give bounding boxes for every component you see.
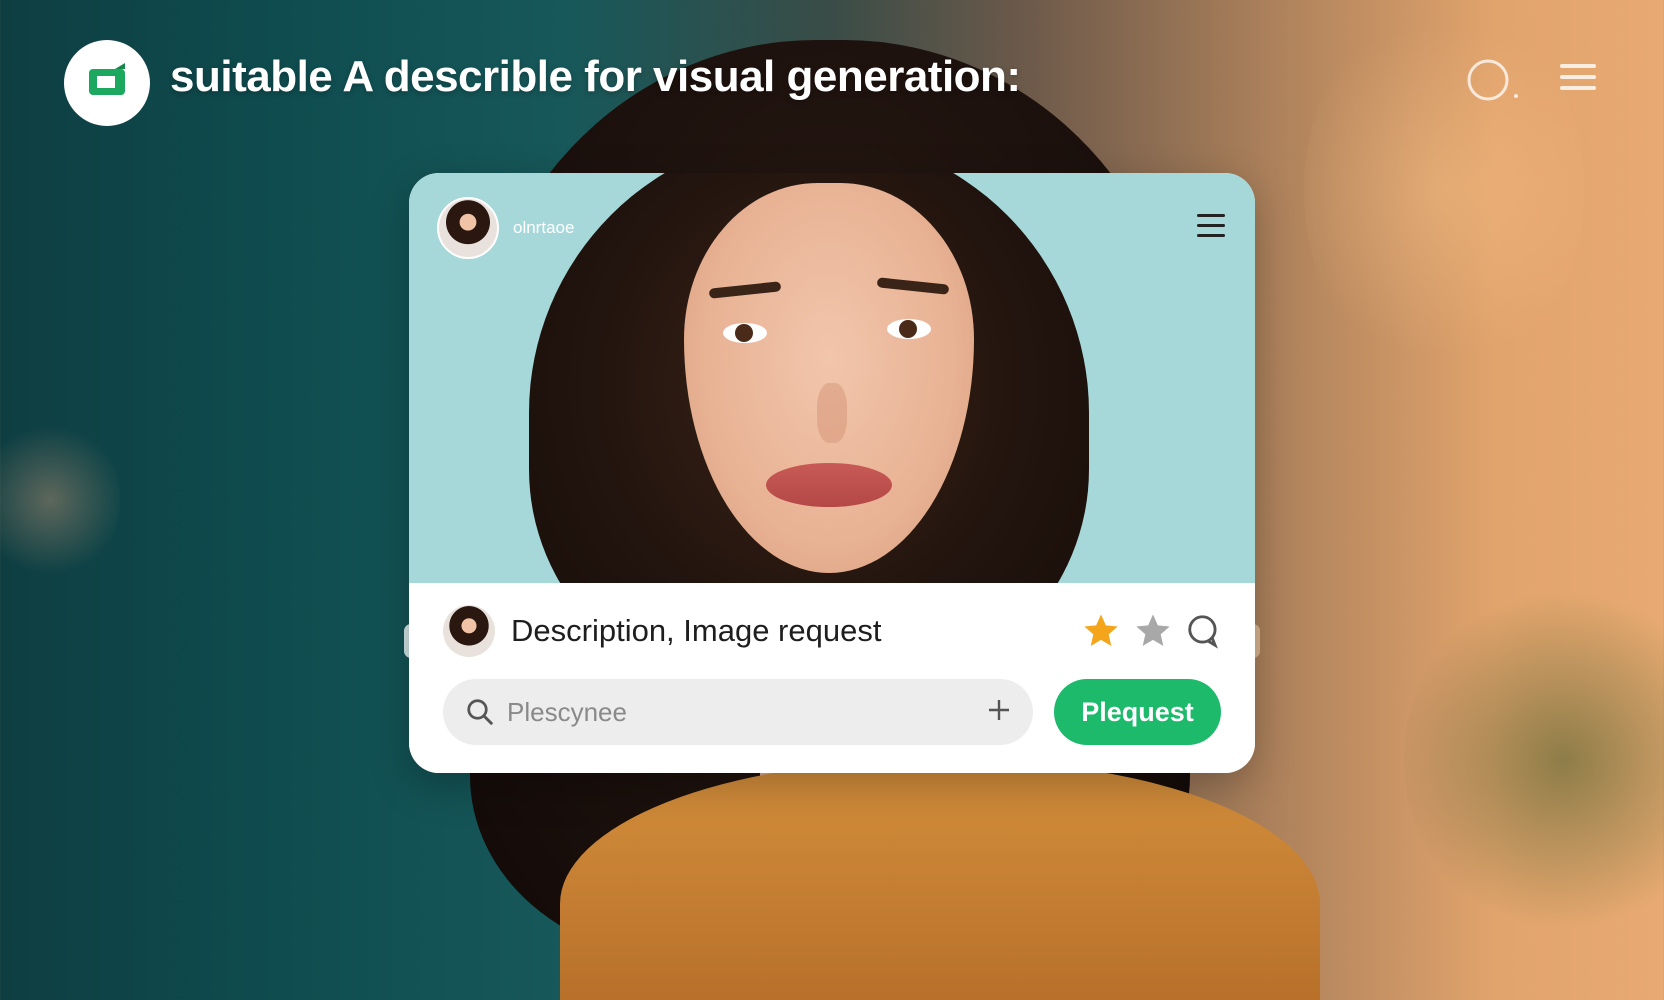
video-call-logo-icon — [85, 59, 129, 108]
request-panel: Description, Image request Plescynee Ple… — [409, 583, 1255, 773]
portrait-lips — [766, 463, 892, 507]
request-title: Description, Image request — [511, 613, 882, 648]
background-bokeh — [0, 420, 120, 580]
profile-header[interactable]: olnrtaoe — [437, 197, 574, 259]
menu-icon — [1197, 214, 1225, 243]
menu-icon — [1560, 62, 1596, 97]
search-bar — [443, 679, 1033, 745]
portrait-nose — [817, 383, 847, 443]
search-button[interactable] — [1466, 56, 1526, 109]
app-logo[interactable] — [64, 40, 150, 126]
request-actions — [1081, 611, 1223, 656]
avatar[interactable] — [443, 605, 495, 657]
search-input[interactable] — [495, 682, 987, 742]
background-plant-blur — [1404, 580, 1664, 940]
card-menu-button[interactable] — [1197, 213, 1225, 244]
plus-icon — [987, 698, 1011, 727]
search-icon — [1466, 56, 1526, 109]
image-request-card: olnrtaoe Description, Image request Ples… — [409, 173, 1255, 773]
page-title: suitable A describle for visual generati… — [170, 52, 1021, 101]
request-button[interactable]: Plequest — [1054, 679, 1221, 745]
search-icon — [465, 697, 495, 727]
profile-name: olnrtaoe — [513, 218, 575, 237]
comment-icon[interactable] — [1185, 612, 1223, 655]
main-menu-button[interactable] — [1560, 62, 1596, 97]
avatar[interactable] — [437, 197, 499, 259]
portrait-eye-right — [887, 319, 931, 339]
portrait-photo: olnrtaoe — [409, 173, 1255, 583]
portrait-eye-left — [723, 323, 767, 343]
add-button[interactable] — [987, 698, 1011, 727]
request-header: Description, Image request — [443, 605, 881, 657]
star-empty-icon[interactable] — [1133, 611, 1173, 656]
background-glow — [1304, 0, 1584, 380]
star-filled-icon[interactable] — [1081, 611, 1121, 656]
